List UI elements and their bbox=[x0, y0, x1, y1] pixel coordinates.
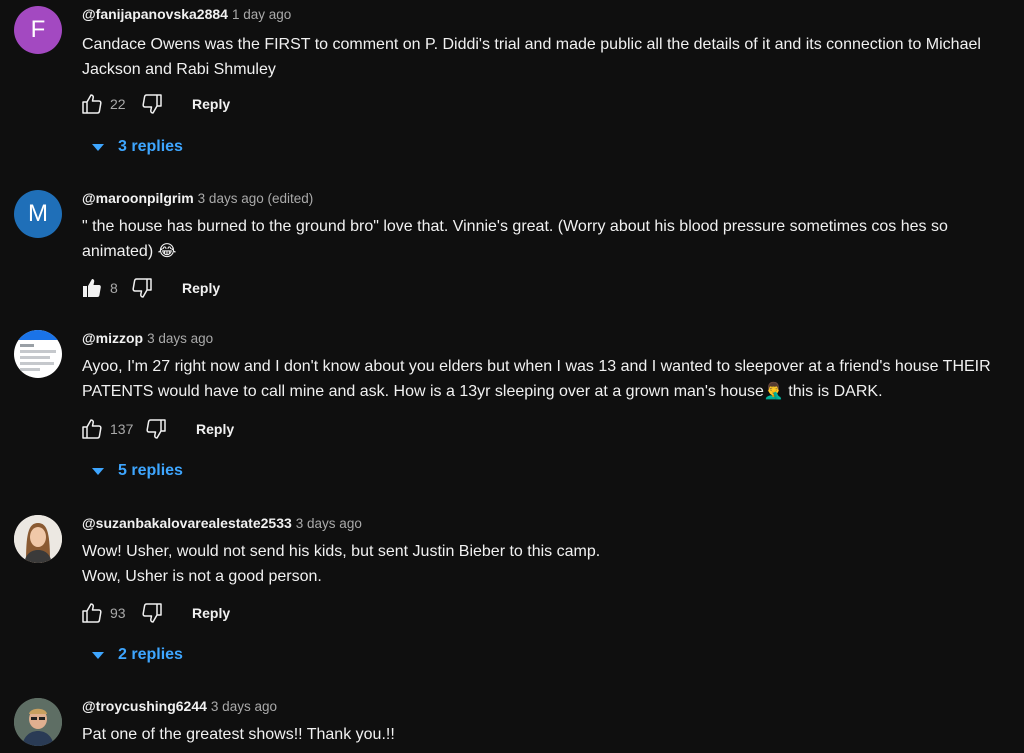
avatar[interactable] bbox=[14, 330, 62, 378]
thumbs-down-icon[interactable] bbox=[140, 601, 164, 625]
comment-actions: 93 Reply bbox=[80, 601, 230, 625]
comment-time[interactable]: 1 day ago bbox=[232, 7, 291, 22]
avatar-letter: F bbox=[30, 16, 46, 43]
comment-time[interactable]: 3 days ago (edited) bbox=[198, 191, 314, 206]
comment-text-line: Wow, Usher is not a good person. bbox=[82, 568, 322, 585]
avatar[interactable]: F bbox=[14, 6, 62, 54]
caret-down-icon bbox=[92, 651, 104, 659]
comment-header: @suzanbakalovarealestate2533 3 days ago bbox=[82, 515, 362, 531]
like-count: 137 bbox=[110, 421, 134, 437]
thumbs-down-icon[interactable] bbox=[130, 276, 154, 300]
comment-text-line: Wow! Usher, would not send his kids, but… bbox=[82, 543, 601, 560]
thumbs-down-icon[interactable] bbox=[144, 417, 168, 441]
comment-header: @maroonpilgrim 3 days ago (edited) bbox=[82, 190, 313, 206]
comment-text: Ayoo, I'm 27 right now and I don't know … bbox=[82, 358, 991, 400]
comment-text: Pat one of the greatest shows!! Thank yo… bbox=[82, 726, 395, 743]
comment-header: @mizzop 3 days ago bbox=[82, 330, 213, 346]
reply-button[interactable]: Reply bbox=[182, 280, 220, 296]
reply-button[interactable]: Reply bbox=[192, 96, 230, 112]
avatar-letter: M bbox=[28, 200, 48, 227]
view-replies-button[interactable]: 5 replies bbox=[92, 462, 183, 480]
view-replies-button[interactable]: 2 replies bbox=[92, 646, 183, 664]
avatar[interactable] bbox=[14, 515, 62, 563]
caret-down-icon bbox=[92, 467, 104, 475]
comment-text: Wow! Usher, would not send his kids, but… bbox=[82, 539, 1017, 589]
comment-text: Candace Owens was the FIRST to comment o… bbox=[82, 36, 981, 78]
caret-down-icon bbox=[92, 143, 104, 151]
thumbs-up-icon[interactable] bbox=[80, 92, 104, 116]
thumbs-down-icon[interactable] bbox=[140, 92, 164, 116]
reply-button[interactable]: Reply bbox=[192, 605, 230, 621]
replies-label: 3 replies bbox=[118, 138, 183, 155]
avatar[interactable] bbox=[14, 698, 62, 746]
comment-time[interactable]: 3 days ago bbox=[296, 516, 362, 531]
avatar[interactable]: M bbox=[14, 190, 62, 238]
thumbs-up-icon[interactable] bbox=[80, 601, 104, 625]
avatar-image bbox=[14, 698, 62, 746]
like-count: 22 bbox=[110, 96, 126, 112]
thumbs-up-icon[interactable] bbox=[80, 417, 104, 441]
like-count: 93 bbox=[110, 605, 126, 621]
comment-author[interactable]: @suzanbakalovarealestate2533 bbox=[82, 515, 292, 531]
comment-actions: 8 Reply bbox=[80, 276, 220, 300]
comment-author[interactable]: @mizzop bbox=[82, 330, 143, 346]
comment-author[interactable]: @troycushing6244 bbox=[82, 698, 207, 714]
comment-author[interactable]: @maroonpilgrim bbox=[82, 190, 194, 206]
like-count: 8 bbox=[110, 280, 118, 296]
replies-label: 5 replies bbox=[118, 462, 183, 479]
comment-time[interactable]: 3 days ago bbox=[211, 699, 277, 714]
replies-label: 2 replies bbox=[118, 646, 183, 663]
comment-text: " the house has burned to the ground bro… bbox=[82, 218, 948, 260]
comment-actions: 22 Reply bbox=[80, 92, 230, 116]
avatar-image bbox=[14, 515, 62, 563]
comment-actions: 137 Reply bbox=[80, 417, 234, 441]
view-replies-button[interactable]: 3 replies bbox=[92, 138, 183, 156]
comment-author[interactable]: @fanijapanovska2884 bbox=[82, 6, 228, 22]
avatar-image bbox=[14, 330, 62, 371]
thumbs-up-filled-icon[interactable] bbox=[80, 276, 104, 300]
comment-header: @troycushing6244 3 days ago bbox=[82, 698, 277, 714]
reply-button[interactable]: Reply bbox=[196, 421, 234, 437]
comment-header: @fanijapanovska2884 1 day ago bbox=[82, 6, 291, 22]
comment-time[interactable]: 3 days ago bbox=[147, 331, 213, 346]
